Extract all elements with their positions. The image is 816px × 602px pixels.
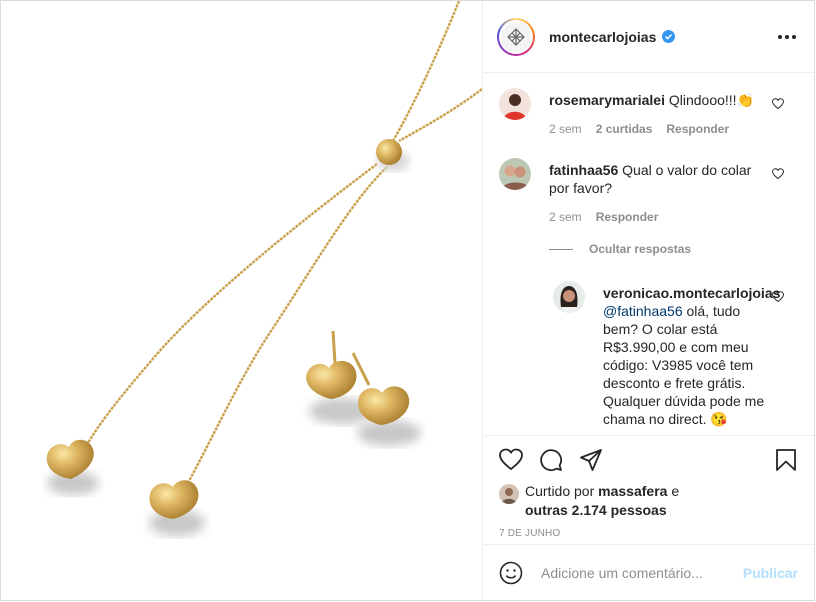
- commenter-avatar[interactable]: [553, 281, 585, 313]
- comments-list[interactable]: rosemarymarialei Qlindooo!!!👏 2 sem 2 cu…: [483, 74, 814, 434]
- comment-item: rosemarymarialei Qlindooo!!!👏 2 sem 2 cu…: [499, 88, 798, 158]
- liker-avatar[interactable]: [499, 484, 519, 504]
- jewelry-photo: [46, 1, 482, 536]
- reply-button[interactable]: Responder: [596, 210, 659, 224]
- comment-icon[interactable]: [539, 448, 563, 472]
- comment-input[interactable]: [539, 563, 743, 582]
- comment-text: olá, tudo bem? O colar está R$3.990,00 e…: [603, 303, 765, 427]
- emoji-icon[interactable]: [499, 561, 523, 585]
- hide-replies-button[interactable]: Ocultar respostas: [549, 242, 691, 256]
- publish-button[interactable]: Publicar: [743, 565, 798, 581]
- post-actions-section: Curtido por massafera e outras 2.174 pes…: [483, 435, 814, 539]
- comment-text: Qlindooo!!!👏: [668, 92, 755, 108]
- commenter-avatar[interactable]: [499, 88, 531, 120]
- heart-icon[interactable]: [772, 168, 784, 180]
- likes-summary: Curtido por massafera e outras 2.174 pes…: [483, 483, 814, 520]
- divider: [549, 248, 573, 250]
- liker-username[interactable]: massafera: [598, 483, 667, 499]
- likes-connector: e: [671, 483, 680, 499]
- chain-strand: [398, 88, 482, 143]
- commenter-avatar[interactable]: [499, 158, 531, 190]
- brand-logo-icon: [501, 21, 531, 52]
- action-icons: [483, 436, 814, 484]
- slider-bead: [376, 139, 402, 165]
- hide-replies-label: Ocultar respostas: [589, 242, 692, 256]
- comment-likes[interactable]: 2 curtidas: [596, 122, 653, 136]
- post-photo[interactable]: [1, 1, 483, 600]
- add-comment-bar: Publicar: [483, 544, 814, 600]
- comment-username[interactable]: rosemarymarialei: [549, 92, 665, 108]
- comment-meta: 2 sem Responder: [549, 210, 658, 224]
- post-modal: montecarlojoias rosemarymarialei Qlindoo…: [0, 0, 815, 601]
- share-icon[interactable]: [579, 448, 603, 472]
- comment-username[interactable]: veronicao.montecarlojoias: [603, 285, 780, 301]
- bookmark-icon[interactable]: [774, 448, 798, 472]
- heart-icon[interactable]: [499, 448, 523, 472]
- likes-prefix: Curtido por: [525, 483, 595, 499]
- comment-meta: 2 sem 2 curtidas Responder: [549, 122, 729, 136]
- heart-icon[interactable]: [772, 291, 784, 303]
- comment-time[interactable]: 2 sem: [549, 122, 582, 136]
- more-options-icon[interactable]: [774, 31, 800, 43]
- post-side-panel: montecarlojoias rosemarymarialei Qlindoo…: [483, 1, 814, 600]
- heart-earring: [306, 360, 357, 399]
- chain-strand: [391, 1, 461, 142]
- likes-others-link[interactable]: outras 2.174 pessoas: [525, 502, 667, 518]
- post-date[interactable]: 7 DE JUNHO: [483, 528, 814, 539]
- heart-icon[interactable]: [772, 98, 784, 110]
- comment-username[interactable]: fatinhaa56: [549, 162, 618, 178]
- reply-button[interactable]: Responder: [666, 122, 729, 136]
- account-username[interactable]: montecarlojoias: [549, 29, 656, 45]
- reply-item: veronicao.montecarlojoias @fatinhaa56 ol…: [553, 281, 798, 431]
- comment-time[interactable]: 2 sem: [549, 210, 582, 224]
- mention-link[interactable]: @fatinhaa56: [603, 303, 683, 319]
- post-header: montecarlojoias: [483, 1, 814, 73]
- verified-badge-icon: [662, 30, 676, 43]
- account-avatar[interactable]: [497, 17, 535, 56]
